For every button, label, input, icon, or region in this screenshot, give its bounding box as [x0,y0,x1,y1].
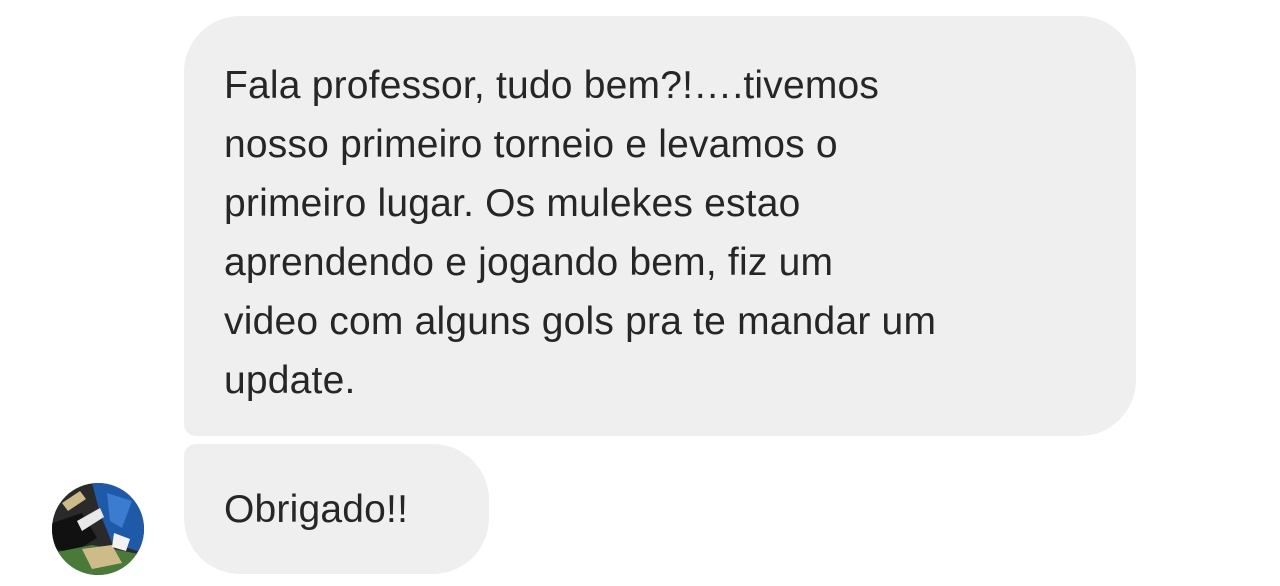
sender-avatar[interactable] [52,483,144,575]
message-thread: Fala professor, tudo bem?!….tivemos noss… [0,0,1280,586]
message-bubble[interactable]: Obrigado!! [184,444,489,574]
message-text: Obrigado!! [224,488,409,531]
profile-avatar-icon [52,483,144,575]
message-bubble[interactable]: Fala professor, tudo bem?!….tivemos noss… [184,16,1136,436]
message-text: Fala professor, tudo bem?!….tivemos noss… [224,64,937,402]
